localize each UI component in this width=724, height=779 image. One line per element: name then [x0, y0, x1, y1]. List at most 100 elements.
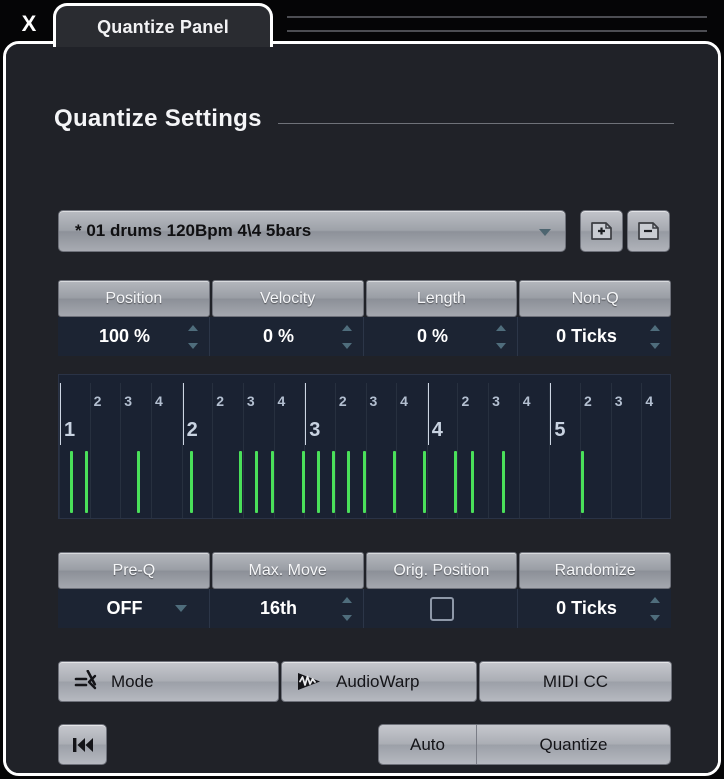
param-value-position[interactable]: 100 % — [58, 317, 210, 356]
chevron-up-icon — [650, 325, 660, 331]
divider-line-top — [287, 16, 707, 18]
grid-subdivision-line — [518, 383, 520, 518]
chevron-up-icon — [342, 325, 352, 331]
grid-subdivision-line — [457, 383, 459, 518]
param-value-preq[interactable]: OFF — [58, 589, 210, 628]
grid-beat-label: 3 — [369, 393, 378, 409]
midi-cc-button[interactable]: MIDI CC — [479, 661, 672, 702]
grid-note-marker — [362, 451, 366, 513]
close-button[interactable]: X — [14, 9, 44, 39]
nonq-value: 0 Ticks — [556, 326, 617, 346]
grid-subdivision-line — [426, 383, 428, 518]
grid-note-marker — [270, 451, 274, 513]
quantize-mode-icon — [74, 669, 97, 689]
param-value-max-move[interactable]: 16th — [212, 589, 364, 628]
tab-quantize-panel[interactable]: Quantize Panel — [53, 3, 273, 47]
param-value-nonq[interactable]: 0 Ticks — [520, 317, 671, 356]
remove-preset-button[interactable] — [627, 210, 670, 252]
grid-subdivision-line — [150, 383, 152, 518]
grid-note-marker — [470, 451, 474, 513]
orig-position-checkbox[interactable] — [429, 596, 454, 621]
param-value-randomize[interactable]: 0 Ticks — [520, 589, 671, 628]
param-label-randomize[interactable]: Randomize — [519, 552, 671, 589]
top-parameter-values: 100 % 0 % 0 % 0 Ticks — [58, 317, 671, 356]
tab-label: Quantize Panel — [97, 17, 229, 37]
param-label-length[interactable]: Length — [365, 280, 518, 317]
grid-note-marker — [581, 451, 584, 513]
chevron-up-icon — [188, 325, 198, 331]
quantize-grid-display[interactable]: 1 2 3 4 2 2 3 4 3 2 3 4 4 2 3 4 5 2 3 4 — [58, 374, 671, 519]
top-parameter-labels: Position Velocity Length Non-Q — [58, 280, 671, 317]
nonq-stepper[interactable] — [649, 325, 661, 349]
param-label-max-move[interactable]: Max. Move — [211, 552, 364, 589]
chevron-down-icon — [650, 343, 660, 349]
grid-note-marker — [136, 451, 140, 513]
grid-beat-label: 4 — [522, 393, 531, 409]
grid-note-marker — [331, 451, 335, 513]
chevron-down-icon — [650, 615, 660, 621]
chevron-down-icon — [496, 343, 506, 349]
bottom-parameter-values: OFF 16th 0 Ticks — [58, 589, 671, 628]
grid-beat-label: 3 — [614, 393, 623, 409]
randomize-stepper[interactable] — [649, 597, 661, 621]
grid-subdivision-line — [641, 383, 643, 518]
chevron-down-icon — [342, 615, 352, 621]
bottom-parameter-labels: Pre-Q Max. Move Orig. Position Randomize — [58, 552, 671, 589]
grid-note-marker — [501, 451, 505, 513]
section-header: Quantize Settings — [54, 104, 674, 134]
audiowarp-label: AudioWarp — [336, 671, 420, 691]
panel-body: Quantize Settings * 01 drums 120Bpm 4\4 … — [3, 41, 721, 776]
preset-dropdown[interactable]: * 01 drums 120Bpm 4\4 5bars — [58, 210, 566, 252]
param-value-length[interactable]: 0 % — [366, 317, 518, 356]
grid-beat-label: 2 — [93, 393, 102, 409]
param-label-position[interactable]: Position — [58, 280, 210, 317]
param-label-velocity[interactable]: Velocity — [211, 280, 364, 317]
add-preset-icon — [590, 222, 612, 240]
chevron-down-icon[interactable] — [175, 605, 187, 612]
mode-button[interactable]: Mode — [58, 661, 279, 702]
grid-beat-label: 4 — [277, 393, 286, 409]
grid-note-marker — [393, 451, 396, 513]
grid-bar-label: 3 — [309, 419, 321, 441]
grid-beat-label: 4 — [154, 393, 163, 409]
grid-subdivision-line — [212, 383, 214, 518]
grid-subdivision-line — [120, 383, 122, 518]
param-value-velocity[interactable]: 0 % — [212, 317, 364, 356]
param-label-orig-position[interactable]: Orig. Position — [365, 552, 518, 589]
grid-note-marker — [85, 451, 88, 513]
tool-row: Mode AudioWarp MIDI CC — [58, 661, 672, 702]
grid-subdivision-line — [59, 383, 60, 518]
auto-button[interactable]: Auto — [379, 725, 477, 764]
midi-cc-label: MIDI CC — [542, 671, 609, 691]
grid-subdivision-line — [549, 383, 551, 518]
chevron-down-icon — [188, 343, 198, 349]
grid-note-marker — [239, 451, 242, 513]
add-preset-button[interactable] — [580, 210, 623, 252]
param-label-preq[interactable]: Pre-Q — [58, 552, 210, 589]
audiowarp-button[interactable]: AudioWarp — [281, 661, 477, 702]
page-title: Quantize Settings — [54, 105, 262, 132]
velocity-stepper[interactable] — [341, 325, 353, 349]
top-parameter-block: Position Velocity Length Non-Q 100 % 0 %… — [58, 280, 671, 356]
chevron-up-icon — [342, 597, 352, 603]
grid-note-marker — [70, 451, 73, 513]
preset-row: * 01 drums 120Bpm 4\4 5bars — [58, 210, 670, 252]
grid-beat-label: 3 — [124, 393, 133, 409]
grid-beat-label: 3 — [246, 393, 255, 409]
param-value-orig-position[interactable] — [366, 589, 518, 628]
position-stepper[interactable] — [187, 325, 199, 349]
length-stepper[interactable] — [495, 325, 507, 349]
grid-bar-label: 2 — [186, 419, 198, 441]
preset-value: * 01 drums 120Bpm 4\4 5bars — [75, 221, 312, 240]
max-move-stepper[interactable] — [341, 597, 353, 621]
position-value: 100 % — [98, 326, 151, 346]
remove-preset-icon — [637, 222, 659, 240]
grid-beat-label: 4 — [400, 393, 408, 409]
quantize-button[interactable]: Quantize — [477, 725, 670, 764]
quantize-panel-window: X Quantize Panel Quantize Settings * 01 … — [0, 0, 724, 779]
velocity-value: 0 % — [262, 326, 295, 346]
grid-beat-label: 4 — [645, 393, 654, 409]
param-label-nonq[interactable]: Non-Q — [519, 280, 671, 317]
grid-subdivision-line — [181, 383, 183, 518]
reset-to-start-button[interactable] — [58, 724, 107, 765]
